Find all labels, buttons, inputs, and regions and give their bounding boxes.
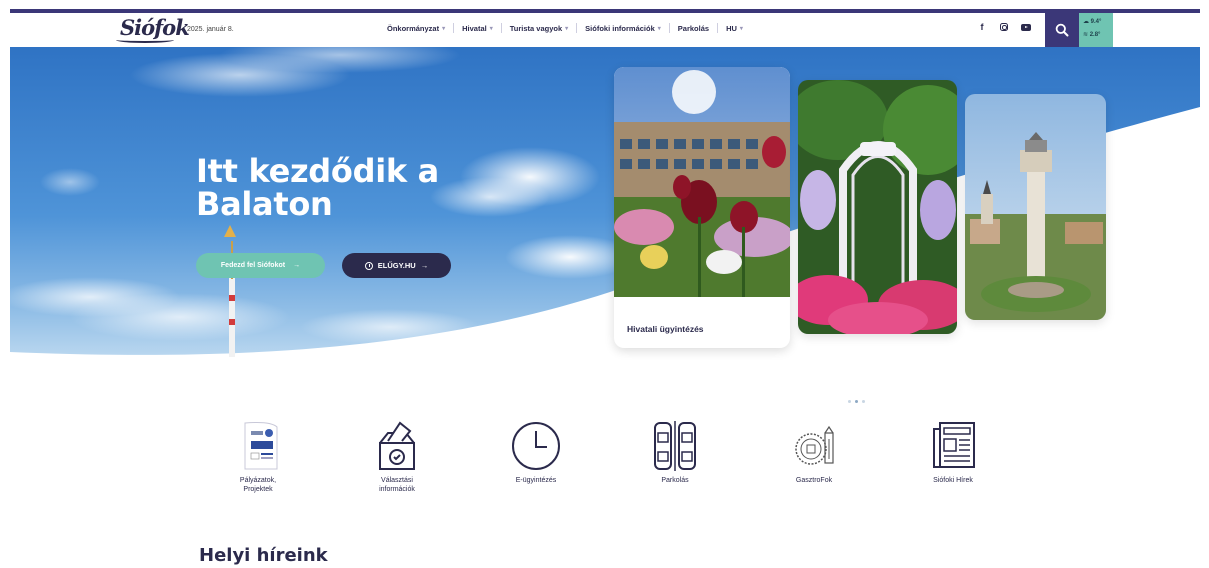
arrow-right-icon: →: [420, 261, 429, 270]
facebook-icon[interactable]: f: [977, 22, 987, 32]
nav-item-onkormanyzat[interactable]: Önkormányzat ▾: [387, 24, 445, 33]
main-nav: Önkormányzat ▾ Hivatal ▾ Turista vagyok ▾ S…: [387, 23, 743, 33]
water-temperature: ≋ 2.8°: [1083, 32, 1101, 38]
news-section-title: Helyi híreink: [199, 545, 328, 566]
carousel-dot[interactable]: [848, 400, 851, 403]
quick-link-valasztasi[interactable]: Választási információk: [357, 419, 437, 494]
air-temp-value: 9.4°: [1090, 19, 1102, 25]
chevron-down-icon: ▾: [565, 25, 569, 32]
carousel-card-water-tower[interactable]: [965, 94, 1106, 320]
quick-link-siofoki-hirek[interactable]: Siófoki Hírek: [913, 419, 993, 485]
clock-icon: [509, 419, 563, 473]
nav-label: Önkormányzat: [387, 23, 440, 33]
gastro-stamp-icon: [787, 419, 841, 473]
carousel-dots: [848, 400, 865, 403]
nav-item-siofoki-info[interactable]: Siófoki információk ▾: [585, 24, 661, 33]
arrow-right-icon: →: [293, 262, 301, 269]
nav-item-turista[interactable]: Turista vagyok ▾: [510, 24, 568, 33]
projects-icon: [231, 419, 285, 473]
card-image-garden-arch: [798, 80, 957, 334]
quick-link-label: Siófoki Hírek: [933, 477, 973, 484]
carousel-card-garden-arch[interactable]: [798, 80, 957, 334]
quick-link-label: E-ügyintézés: [515, 477, 557, 484]
water-temp-value: 2.8°: [1089, 32, 1101, 38]
nav-label: Turista vagyok: [509, 23, 563, 33]
ballot-box-icon: [370, 419, 424, 473]
quick-link-label: GasztroFok: [795, 477, 833, 484]
nav-separator: [453, 23, 455, 33]
search-icon: [1055, 23, 1069, 37]
nav-item-parkolas[interactable]: Parkolás: [678, 24, 709, 33]
youtube-icon[interactable]: [1021, 24, 1031, 31]
clock-icon: [364, 261, 373, 270]
nav-separator: [500, 23, 502, 33]
chevron-down-icon: ▾: [442, 25, 446, 32]
quick-link-label: Pályázatok, Projektek: [239, 477, 277, 493]
quick-link-gasztrofok[interactable]: GasztroFok: [774, 419, 854, 485]
elugy-button[interactable]: ELŰGY.HU →: [342, 253, 451, 278]
discover-siofok-button[interactable]: Fedezd fel Siófokot →: [196, 253, 325, 278]
newspaper-icon: [926, 419, 980, 473]
nav-separator: [576, 23, 578, 33]
nav-label: Siófoki információk: [585, 23, 655, 33]
card-image-town-hall-tulips: [614, 67, 790, 297]
social-links: f: [977, 22, 1031, 32]
hero-title: Itt kezdődik a Balaton: [196, 155, 439, 221]
quick-link-e-ugyintezes[interactable]: E-ügyintézés: [496, 419, 576, 485]
logo-swash: [116, 37, 174, 43]
quick-link-label: Választási információk: [379, 477, 415, 493]
current-date: 2025. január 8.: [187, 26, 234, 33]
carousel-dot[interactable]: [862, 400, 865, 403]
nav-label: Parkolás: [677, 23, 710, 33]
carousel-card-hivatali-ugyintezes[interactable]: Hivatali ügyintézés: [614, 67, 790, 348]
card-caption: Hivatali ügyintézés: [627, 324, 704, 334]
nav-separator: [717, 23, 719, 33]
site-header: Siófok 2025. január 8. Önkormányzat ▾ Hiv…: [10, 13, 1200, 47]
nav-item-hivatal[interactable]: Hivatal ▾: [462, 24, 493, 33]
chevron-down-icon: ▾: [657, 25, 661, 32]
chevron-down-icon: ▾: [739, 25, 743, 32]
hero-banner: Itt kezdődik a Balaton Fedezd fel Siófok…: [10, 47, 1200, 403]
discover-button-label: Fedezd fel Siófokot: [220, 262, 286, 269]
card-image-water-tower: [965, 94, 1106, 320]
quick-link-parkolas[interactable]: Parkolás: [635, 419, 715, 485]
chevron-down-icon: ▾: [489, 25, 493, 32]
quick-link-palyazatok[interactable]: Pályázatok, Projektek: [218, 419, 298, 494]
hero-title-line-2: Balaton: [196, 185, 333, 223]
air-temperature: ☁ 9.4°: [1083, 19, 1102, 25]
elugy-button-label: ELŰGY.HU: [377, 261, 416, 270]
nav-separator: [668, 23, 670, 33]
search-button[interactable]: [1045, 13, 1079, 47]
carousel-dot-active[interactable]: [855, 400, 858, 403]
instagram-icon[interactable]: [1000, 23, 1008, 31]
weather-widget[interactable]: ☁ 9.4° ≋ 2.8°: [1079, 13, 1113, 47]
quick-link-label: Parkolás: [661, 477, 689, 484]
parking-cars-icon: [648, 419, 702, 473]
language-selector[interactable]: HU ▾: [726, 24, 743, 33]
nav-label: HU: [726, 23, 737, 33]
nav-label: Hivatal: [462, 23, 487, 33]
